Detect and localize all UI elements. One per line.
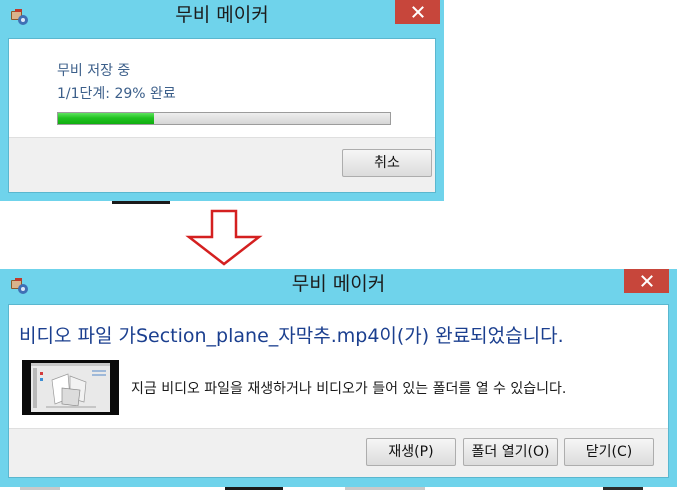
completion-message: 지금 비디오 파일을 재생하거나 비디오가 들어 있는 폴더를 열 수 있습니다… <box>131 381 567 397</box>
progress-bar <box>57 112 391 125</box>
complete-dialog: 무비 메이커 비디오 파일 가Section_plane_자막추.mp4이(가)… <box>0 269 677 487</box>
close-button[interactable] <box>624 269 669 293</box>
cancel-button[interactable]: 취소 <box>342 149 432 177</box>
title-bar[interactable]: 무비 메이커 <box>0 0 444 33</box>
status-text: 무비 저장 중 <box>57 63 131 79</box>
window-title: 무비 메이커 <box>291 273 386 295</box>
dialog-content: 무비 저장 중 1/1단계: 29% 완료 취소 <box>8 38 436 193</box>
screenshot-stage: 무비 메이커 무비 저장 중 1/1단계: 29% 완료 취소 무비 메이커 비… <box>0 0 677 491</box>
progress-bar-fill <box>58 113 155 124</box>
video-thumbnail[interactable] <box>22 360 119 415</box>
play-button[interactable]: 재생(P) <box>366 438 456 466</box>
close-icon <box>640 275 653 287</box>
video-thumbnail-image <box>22 360 119 415</box>
background-edge <box>603 487 643 490</box>
background-edge <box>345 487 425 490</box>
dialog-footer: 재생(P) 폴더 열기(O) 닫기(C) <box>9 428 668 477</box>
completion-heading: 비디오 파일 가Section_plane_자막추.mp4이(가) 완료되었습니… <box>19 325 564 347</box>
down-arrow-icon <box>185 209 263 266</box>
background-edge <box>112 201 170 204</box>
dialog-footer: 취소 <box>9 137 435 192</box>
close-button[interactable] <box>395 0 440 24</box>
progress-step-text: 1/1단계: 29% 완료 <box>57 86 176 102</box>
background-edge <box>20 487 60 490</box>
title-bar[interactable]: 무비 메이커 <box>0 269 677 302</box>
progress-dialog: 무비 메이커 무비 저장 중 1/1단계: 29% 완료 취소 <box>0 0 444 201</box>
dialog-content: 비디오 파일 가Section_plane_자막추.mp4이(가) 완료되었습니… <box>8 304 669 478</box>
close-icon <box>411 6 424 18</box>
open-folder-button[interactable]: 폴더 열기(O) <box>463 438 558 466</box>
close-dialog-button[interactable]: 닫기(C) <box>564 438 654 466</box>
window-title: 무비 메이커 <box>175 4 269 26</box>
background-edge <box>225 487 283 490</box>
